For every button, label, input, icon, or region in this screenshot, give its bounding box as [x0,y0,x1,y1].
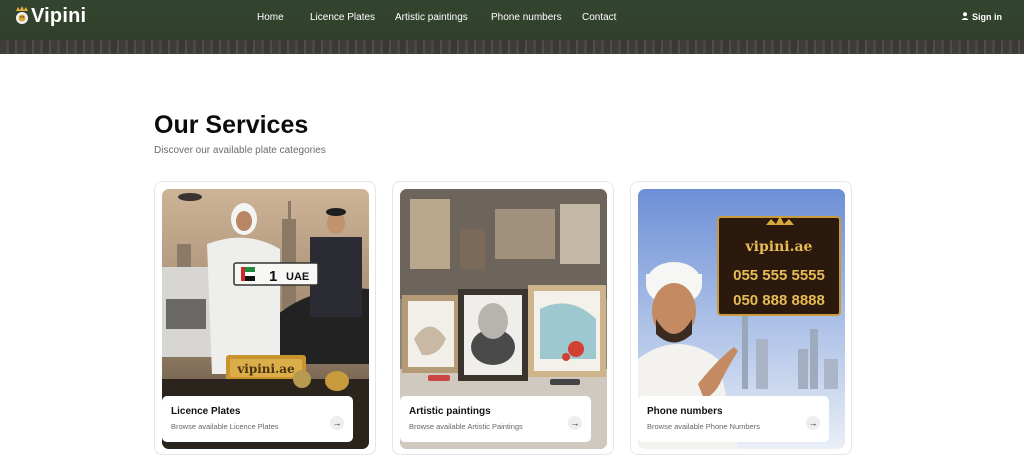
vipini-number-board: vipini.ae 055 555 5555 050 888 8888 [717,216,841,316]
sign-text: vipini.ae [236,362,295,376]
plate-country: UAE [286,271,309,283]
header-texture [0,40,1024,54]
user-icon [961,12,969,22]
nav-licence-plates[interactable]: Licence Plates [310,12,375,23]
main-nav: Home Licence Plates Artistic paintings P… [0,12,1024,26]
nav-phone-numbers[interactable]: Phone numbers [491,12,562,23]
signin-button[interactable]: Sign in [961,12,1002,22]
nav-contact[interactable]: Contact [582,12,616,23]
card-title: Artistic paintings [409,406,491,417]
uae-plate: 1 UAE [233,262,319,286]
card-caption: Licence Plates Browse available Licence … [162,396,353,442]
board-site: vipini.ae [745,239,813,255]
plate-number: 1 [269,268,277,285]
card-caption: Phone numbers Browse available Phone Num… [638,396,829,442]
card-title: Phone numbers [647,406,723,417]
card-caption: Artistic paintings Browse available Arti… [400,396,591,442]
arrow-right-icon[interactable]: → [568,416,582,430]
signin-label: Sign in [972,12,1002,22]
service-card-licence-plates[interactable]: 1 UAE vipini.ae Licence Plates Browse av… [154,181,376,455]
card-description: Browse available Phone Numbers [647,422,760,431]
section-title: Our Services [154,111,309,139]
site-header: Vipini Home Licence Plates Artistic pain… [0,0,1024,54]
board-number-2: 050 888 8888 [733,292,825,309]
section-subtitle: Discover our available plate categories [154,145,326,156]
arrow-right-icon[interactable]: → [330,416,344,430]
card-description: Browse available Licence Plates [171,422,279,431]
service-card-phone-numbers[interactable]: vipini.ae 055 555 5555 050 888 8888 Phon… [630,181,852,455]
nav-artistic-paintings[interactable]: Artistic paintings [395,12,468,23]
card-title: Licence Plates [171,406,241,417]
service-card-artistic-paintings[interactable]: Artistic paintings Browse available Arti… [392,181,614,455]
card-description: Browse available Artistic Paintings [409,422,523,431]
nav-home[interactable]: Home [257,12,284,23]
arrow-right-icon[interactable]: → [806,416,820,430]
board-number-1: 055 555 5555 [733,267,825,284]
